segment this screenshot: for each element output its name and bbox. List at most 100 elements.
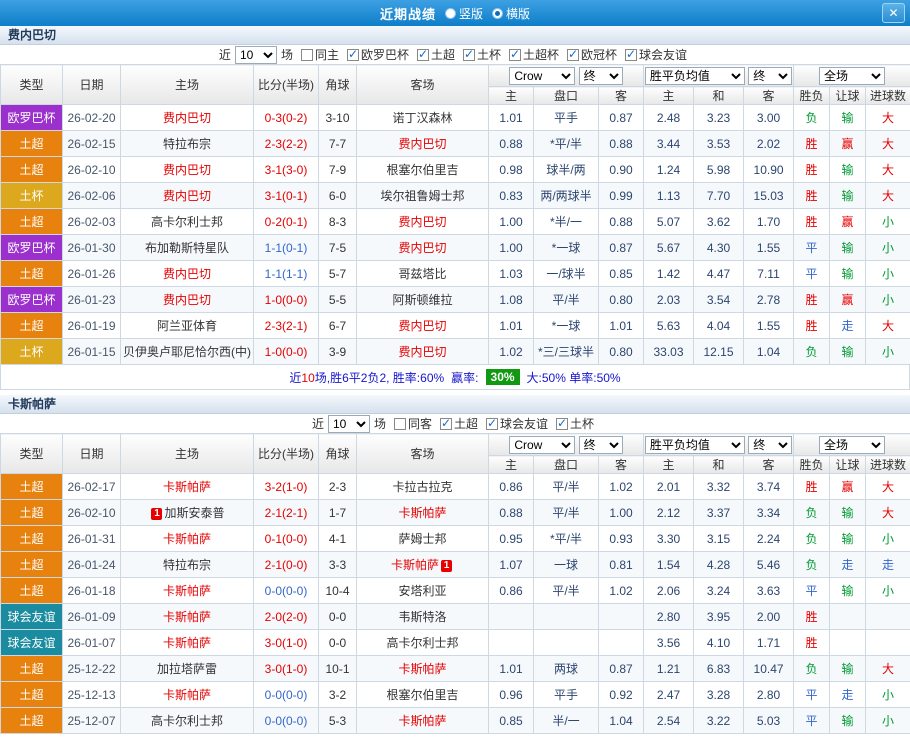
matches-count-select[interactable]: 10: [327, 414, 370, 433]
corners: 5-5: [318, 286, 357, 313]
corners: 10-1: [318, 655, 357, 682]
score: 1-1(0-1): [253, 234, 319, 261]
home-team: 贝伊奥卢耶尼恰尔西(中): [120, 338, 254, 365]
checkbox-icon: [416, 47, 429, 61]
home-team: 卡斯帕萨: [120, 525, 254, 552]
corners: 7-9: [318, 156, 357, 183]
avg-home-odds: 3.56: [643, 629, 695, 656]
corners: 3-10: [318, 104, 357, 131]
col-date: 日期: [62, 64, 121, 105]
competition-filter-checkbox[interactable]: 欧冠杯: [567, 46, 617, 63]
match-date: 26-01-26: [62, 260, 121, 287]
competition-filter-checkbox[interactable]: 同主: [300, 46, 339, 63]
home-team-name: 卡斯帕萨: [162, 532, 211, 546]
over-under-result: 大: [865, 473, 910, 500]
home-team-name: 布加勒斯特星队: [144, 241, 229, 255]
col-odds-home: 主: [488, 86, 534, 105]
layout-horizontal-option[interactable]: 横版: [492, 5, 530, 22]
match-date: 26-02-03: [62, 208, 121, 235]
scope-select[interactable]: 全场: [819, 435, 886, 454]
over-under-result: 小: [865, 286, 910, 313]
competition-filter-checkbox[interactable]: 土杯: [556, 415, 594, 432]
home-team-name: 费内巴切: [162, 189, 211, 203]
crow-away-odds: 0.81: [597, 551, 645, 578]
avg-draw-odds: 12.15: [693, 338, 745, 365]
crow-home-odds: 0.86: [488, 577, 534, 604]
match-row: 土超 26-01-19 阿兰亚体育 2-3(2-1) 6-7 费内巴切 1.01…: [0, 312, 910, 339]
radio-horizontal-icon[interactable]: [492, 7, 503, 19]
win-rate-label: 赢率:: [451, 370, 479, 385]
col-avg-away: 客: [743, 86, 795, 105]
match-row: 土超 26-01-18 卡斯帕萨 0-0(0-0) 10-4 安塔利亚 0.86…: [0, 577, 910, 604]
avg-draw-odds: 3.22: [693, 707, 745, 734]
odds-source-select[interactable]: Crow: [509, 435, 576, 454]
competition-filter-checkbox[interactable]: 土杯: [463, 46, 501, 63]
checkbox-icon: [346, 47, 359, 61]
handicap-line: 平/半: [533, 499, 599, 526]
avg-home-odds: 2.54: [643, 707, 695, 734]
competition-filter-checkbox[interactable]: 欧罗巴杯: [346, 46, 409, 63]
matches-count-select[interactable]: 10: [234, 45, 277, 64]
avg-draw-odds: 4.47: [693, 260, 745, 287]
crow-away-odds: 0.93: [597, 525, 645, 552]
home-team: 高卡尔利士邦: [120, 707, 254, 734]
away-team: 卡斯帕萨 1: [356, 551, 489, 578]
avg-home-odds: 2.03: [643, 286, 695, 313]
odds-final-select[interactable]: 终: [578, 66, 623, 85]
score: 1-0(0-0): [253, 286, 319, 313]
competition-filter-checkbox[interactable]: 球会友谊: [625, 46, 687, 63]
away-team: 费内巴切: [356, 234, 489, 261]
handicap-result: 输: [829, 655, 867, 682]
home-team-name: 高卡尔利士邦: [150, 714, 223, 728]
avg-away-odds: 5.03: [743, 707, 795, 734]
competition-filter-checkbox[interactable]: 同客: [393, 415, 432, 432]
handicap-result: [829, 603, 867, 630]
avg-home-odds: 1.42: [643, 260, 695, 287]
avg-final-select[interactable]: 终: [748, 435, 793, 454]
competition-type: 欧罗巴杯: [0, 234, 63, 261]
score: 0-0(0-0): [253, 577, 319, 604]
home-team-name: 卡斯帕萨: [162, 636, 211, 650]
checkbox-icon: [567, 47, 580, 61]
radio-vertical-label: 竖版: [458, 6, 483, 21]
competition-type: 土超: [0, 499, 63, 526]
avg-home-odds: 5.67: [643, 234, 695, 261]
avg-away-odds: 3.00: [743, 104, 795, 131]
score: 0-2(0-1): [253, 208, 319, 235]
crow-home-odds: 0.85: [488, 707, 534, 734]
away-team-name: 根塞尔伯里吉: [386, 163, 459, 177]
avg-final-select[interactable]: 终: [748, 66, 793, 85]
crow-home-odds: 1.08: [488, 286, 534, 313]
away-team-name: 埃尔祖鲁姆士邦: [380, 189, 465, 203]
avg-odds-select[interactable]: 胜平负均值: [644, 435, 745, 454]
away-team: 萨姆士邦: [356, 525, 489, 552]
away-team-name: 阿斯顿维拉: [392, 293, 453, 307]
handicap-line: 平手: [533, 681, 599, 708]
score: 2-1(2-1): [253, 499, 319, 526]
corners: 5-3: [318, 707, 357, 734]
odds-source-select[interactable]: Crow: [509, 66, 576, 85]
competition-filter-checkbox[interactable]: 土超杯: [509, 46, 559, 63]
home-team-name: 费内巴切: [162, 267, 211, 281]
radio-vertical-icon[interactable]: [444, 7, 456, 19]
avg-draw-odds: 4.04: [693, 312, 745, 339]
competition-filter-checkbox[interactable]: 土超: [440, 415, 478, 432]
competition-type: 土超: [0, 473, 63, 500]
away-team: 费内巴切: [356, 338, 489, 365]
competition-filter-checkbox[interactable]: 土超: [416, 46, 455, 63]
match-date: 26-02-10: [62, 499, 121, 526]
scope-select[interactable]: 全场: [819, 66, 886, 85]
odds-final-select[interactable]: 终: [578, 435, 623, 454]
crow-away-odds: 0.87: [597, 234, 645, 261]
crow-away-odds: [597, 629, 645, 656]
col-avg-draw: 和: [693, 86, 745, 105]
competition-type: 土超: [0, 156, 63, 183]
competition-filter-checkbox[interactable]: 球会友谊: [486, 415, 548, 432]
checkbox-icon: [509, 47, 522, 61]
handicap-line: *三/三球半: [533, 338, 599, 365]
avg-odds-select[interactable]: 胜平负均值: [644, 66, 745, 85]
avg-away-odds: 2.00: [743, 603, 795, 630]
matches-table: 类型 日期 主场 比分(半场) 角球 客场 Crow 终 胜平负均值 终 全场 …: [0, 433, 910, 734]
layout-vertical-option[interactable]: 竖版: [444, 5, 483, 22]
close-button[interactable]: ✕: [882, 3, 905, 23]
